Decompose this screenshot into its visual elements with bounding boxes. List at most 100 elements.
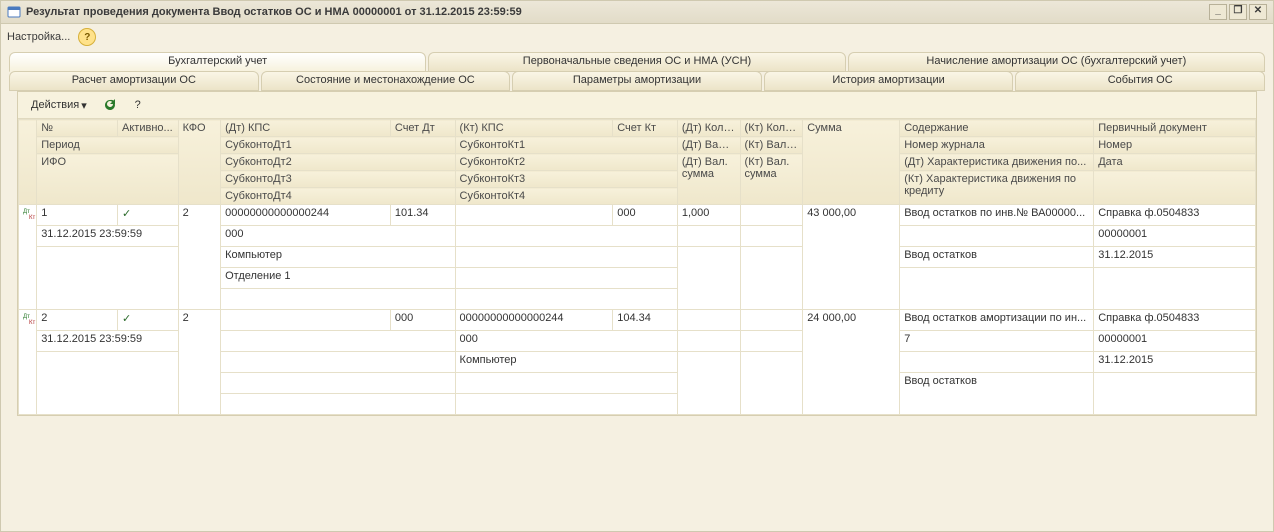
col-data[interactable]: Дата	[1094, 154, 1256, 171]
col-sub-dt2[interactable]: СубконтоДт2	[221, 154, 455, 171]
table-row[interactable]: ДтКт 1 ✓ 2 00000000000000244 101.34 000 …	[19, 205, 1256, 226]
cell-period: 31.12.2015 23:59:59	[37, 226, 178, 247]
data-grid[interactable]: № Активно... КФО (Дт) КПС Счет Дт (Кт) К…	[18, 119, 1256, 415]
cell-sub-dt2	[221, 352, 455, 373]
cell-nomer: 00000001	[1094, 331, 1256, 352]
cell-har-dt: Ввод остатков	[900, 247, 1094, 268]
tab-pervonach[interactable]: Первоначальные сведения ОС и НМА (УСН)	[428, 52, 845, 72]
cell-sub-kt1	[455, 226, 677, 247]
titlebar: Результат проведения документа Ввод оста…	[1, 1, 1273, 24]
settings-link[interactable]: Настройка...	[7, 31, 70, 43]
cell-kfo: 2	[178, 205, 220, 310]
col-dt-kol[interactable]: (Дт) Коли...	[677, 120, 740, 137]
col-dt-kps[interactable]: (Дт) КПС	[221, 120, 391, 137]
cell-kfo: 2	[178, 310, 220, 415]
col-ifo[interactable]: ИФО	[37, 154, 178, 205]
col-sub-dt4[interactable]: СубконтоДт4	[221, 188, 455, 205]
cell-schet-dt: 000	[390, 310, 455, 331]
cell-dt-kol: 1,000	[677, 205, 740, 226]
cell-dt-kps	[221, 310, 391, 331]
close-button[interactable]: ✕	[1249, 4, 1267, 20]
cell-num: 1	[37, 205, 118, 226]
cell-sub-kt4	[455, 289, 677, 310]
cell-ifo	[37, 247, 178, 310]
col-har-dt[interactable]: (Дт) Характеристика движения по...	[900, 154, 1094, 171]
tab-parametry[interactable]: Параметры амортизации	[512, 71, 762, 91]
cell-data: 31.12.2015	[1094, 247, 1256, 268]
col-summa[interactable]: Сумма	[803, 120, 900, 205]
cell-active: ✓	[118, 310, 179, 331]
cell-schet-dt: 101.34	[390, 205, 455, 226]
col-num[interactable]: №	[37, 120, 118, 137]
tab-sobytiya[interactable]: События ОС	[1015, 71, 1265, 91]
cell-sub-dt3: Отделение 1	[221, 268, 455, 289]
minimize-button[interactable]: _	[1209, 4, 1227, 20]
help-button[interactable]: ?	[78, 28, 96, 46]
cell-dt-kps: 00000000000000244	[221, 205, 391, 226]
cell-summa: 24 000,00	[803, 310, 900, 415]
help-icon-button[interactable]: ?	[126, 94, 150, 116]
col-dt-val[interactable]: (Дт) Валю...	[677, 137, 740, 154]
cell-dt-val	[677, 226, 740, 247]
row-icon: ДтКт	[19, 310, 37, 415]
cell-har-kt: Ввод остатков	[900, 373, 1094, 415]
cell-sub-dt1: 000	[221, 226, 455, 247]
cell-dt-val	[677, 331, 740, 352]
col-kt-val[interactable]: (Кт) Валю...	[740, 137, 803, 154]
col-schet-dt[interactable]: Счет Дт	[390, 120, 455, 137]
col-nomzh[interactable]: Номер журнала	[900, 137, 1094, 154]
tab-raschet[interactable]: Расчет амортизации ОС	[9, 71, 259, 91]
col-period[interactable]: Период	[37, 137, 178, 154]
col-kfo[interactable]: КФО	[178, 120, 220, 205]
cell-sub-kt4	[455, 394, 677, 415]
col-kt-kol[interactable]: (Кт) Коли...	[740, 120, 803, 137]
cell-data: 31.12.2015	[1094, 352, 1256, 373]
cell-schet-kt: 000	[613, 205, 678, 226]
table-row[interactable]: ДтКт 2 ✓ 2 000 00000000000000244 104.34 …	[19, 310, 1256, 331]
col-soderzh[interactable]: Содержание	[900, 120, 1094, 137]
col-sub-kt4[interactable]: СубконтоКт4	[455, 188, 677, 205]
cell-sub-dt3	[221, 373, 455, 394]
refresh-button[interactable]	[98, 94, 122, 116]
col-active[interactable]: Активно...	[118, 120, 179, 137]
cell-sub-kt1: 000	[455, 331, 677, 352]
col-nomer[interactable]: Номер	[1094, 137, 1256, 154]
tab-istoriya[interactable]: История амортизации	[764, 71, 1014, 91]
cell-sub-kt3	[455, 268, 677, 289]
col-kt-vs[interactable]: (Кт) Вал. сумма	[740, 154, 803, 205]
col-sub-dt1[interactable]: СубконтоДт1	[221, 137, 455, 154]
app-icon	[7, 5, 21, 19]
col-dt-vs[interactable]: (Дт) Вал. сумма	[677, 154, 740, 205]
grid-content: Действия ▾ ? № Активно... КФО (Дт) КП	[17, 91, 1257, 416]
svg-text:Кт: Кт	[29, 215, 35, 221]
cell-kt-kol	[740, 310, 803, 331]
actions-menu[interactable]: Действия ▾	[24, 94, 94, 116]
restore-button[interactable]: ❐	[1229, 4, 1247, 20]
col-sub-kt1[interactable]: СубконтоКт1	[455, 137, 677, 154]
tab-buh-uchet[interactable]: Бухгалтерский учет	[9, 52, 426, 72]
cell-soderzh: Ввод остатков по инв.№ ВА00000...	[900, 205, 1094, 226]
actions-bar: Действия ▾ ?	[18, 92, 1256, 119]
col-sub-kt2[interactable]: СубконтоКт2	[455, 154, 677, 171]
svg-text:Кт: Кт	[29, 320, 35, 326]
col-schet-kt[interactable]: Счет Кт	[613, 120, 678, 137]
actions-label: Действия	[31, 99, 79, 111]
col-har-kt[interactable]: (Кт) Характеристика движения по кредиту	[900, 171, 1094, 205]
cell-kt-vs	[740, 352, 803, 415]
col-sub-dt3[interactable]: СубконтоДт3	[221, 171, 455, 188]
cell-active: ✓	[118, 205, 179, 226]
cell-kt-kol	[740, 205, 803, 226]
cell-sub-kt3	[455, 373, 677, 394]
cell-har-kt	[900, 268, 1094, 310]
cell-nomer: 00000001	[1094, 226, 1256, 247]
col-prim[interactable]: Первичный документ	[1094, 120, 1256, 137]
col-sub-kt3[interactable]: СубконтоКт3	[455, 171, 677, 188]
col-kt-kps[interactable]: (Кт) КПС	[455, 120, 613, 137]
tabs-row-2: Расчет амортизации ОС Состояние и местон…	[9, 71, 1265, 91]
tab-nachislenie[interactable]: Начисление амортизации ОС (бухгалтерский…	[848, 52, 1265, 72]
cell-sub-kt2: Компьютер	[455, 352, 677, 373]
cell-prim: Справка ф.0504833	[1094, 310, 1256, 331]
cell-num: 2	[37, 310, 118, 331]
tab-sostoyanie[interactable]: Состояние и местонахождение ОС	[261, 71, 511, 91]
window-title: Результат проведения документа Ввод оста…	[26, 6, 522, 18]
